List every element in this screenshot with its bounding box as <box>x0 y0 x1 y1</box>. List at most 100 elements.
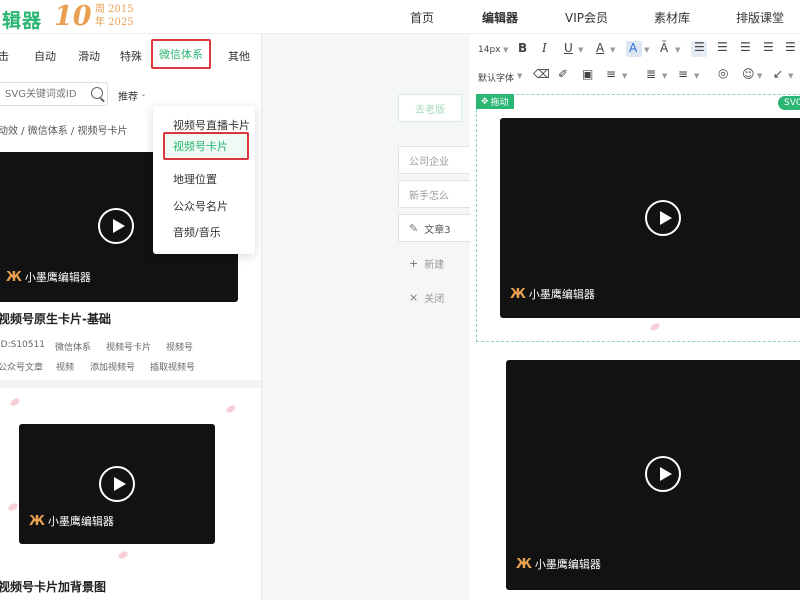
font-family-select[interactable]: 默认字体 <box>478 71 514 84</box>
bg-color-icon[interactable]: A <box>629 41 637 55</box>
paragraph-spacing-icon[interactable]: ≣ <box>646 67 656 81</box>
submenu-item-location[interactable]: 地理位置 <box>173 171 217 187</box>
nav-materials[interactable]: 素材库 <box>654 9 690 26</box>
align-right-icon[interactable]: ☰ <box>740 40 751 54</box>
drag-handle[interactable]: ✥ 拖动 <box>476 94 514 109</box>
wechat-submenu: 视频号直播卡片 视频号卡片 地理位置 公众号名片 音频/音乐 <box>153 106 255 254</box>
font-color-icon[interactable]: A <box>596 41 604 55</box>
doc-item-newbie[interactable]: 新手怎么 <box>398 180 472 208</box>
chevron-down-icon: ▼ <box>610 46 616 54</box>
category-slide[interactable]: 滑动 <box>78 48 100 64</box>
nav-course[interactable]: 排版课堂 <box>736 9 784 26</box>
chevron-down-icon: ▼ <box>694 72 700 80</box>
chevron-down-icon: ▼ <box>578 46 584 54</box>
template-card-title-2[interactable]: 视频号卡片加背景图 <box>0 578 106 595</box>
sort-select[interactable]: 推荐 <box>118 88 138 103</box>
old-version-button[interactable]: 去老版 <box>398 94 462 122</box>
align-justify-icon[interactable]: ☰ <box>763 40 774 54</box>
petal-decoration <box>225 403 237 415</box>
play-icon[interactable] <box>645 456 681 492</box>
card-divider <box>0 380 261 388</box>
search-icon[interactable] <box>91 87 103 99</box>
move-icon: ✥ <box>481 96 489 107</box>
chevron-down-icon: ▼ <box>622 72 628 80</box>
logo-text[interactable]: 辑器 <box>2 6 42 33</box>
submenu-item-video-card[interactable]: 视频号卡片 <box>163 132 249 160</box>
line-height-icon[interactable]: ≡ <box>606 67 616 81</box>
tag[interactable]: 插取视频号 <box>150 360 195 373</box>
chevron-down-icon: ▼ <box>662 72 668 80</box>
eraser-icon[interactable]: ⌫ <box>533 67 550 81</box>
chevron-down-icon: ▼ <box>757 72 763 80</box>
anniversary-logo: 10 <box>54 1 92 32</box>
submenu-item-account-card[interactable]: 公众号名片 <box>173 198 228 214</box>
align-left-icon[interactable]: ☰ <box>694 40 705 54</box>
svg-badge: SVG <box>778 96 800 110</box>
play-icon[interactable] <box>99 466 135 502</box>
tag[interactable]: 添加视频号 <box>90 360 135 373</box>
tag[interactable]: 微信体系 <box>55 340 91 353</box>
align-center-icon[interactable]: ☰ <box>717 40 728 54</box>
image-icon[interactable]: ▣ <box>582 67 593 81</box>
petal-decoration <box>117 549 129 561</box>
nav-home[interactable]: 首页 <box>410 9 434 26</box>
italic-icon[interactable]: I <box>542 41 547 55</box>
text-effect-icon[interactable]: Ā <box>660 41 668 55</box>
tag[interactable]: 视频号卡片 <box>106 340 151 353</box>
petal-decoration <box>7 501 19 513</box>
chevron-down-icon: ⌄ <box>140 89 147 98</box>
tag[interactable]: 视频号 <box>166 340 193 353</box>
edit-icon: ✎ <box>409 221 419 235</box>
category-other[interactable]: 其他 <box>228 48 250 64</box>
nav-editor[interactable]: 编辑器 <box>482 9 518 26</box>
letter-spacing-icon[interactable]: ≡ <box>678 67 688 81</box>
top-header: 辑器 10 周 2015 年 2025 首页 编辑器 VIP会员 素材库 排版课… <box>0 0 800 34</box>
submenu-item-live-card[interactable]: 视频号直播卡片 <box>173 117 250 133</box>
editor-video-2[interactable]: Ж 小墨鹰编辑器 <box>506 360 800 590</box>
search-box <box>0 82 108 106</box>
category-auto[interactable]: 自动 <box>34 48 56 64</box>
bulb-icon[interactable]: ◎ <box>718 66 728 80</box>
close-icon: × <box>409 290 419 304</box>
indent-icon[interactable]: ☰ <box>785 40 796 54</box>
breadcrumb: 动效 / 微信体系 / 视频号卡片 <box>0 126 128 137</box>
petal-decoration <box>9 396 21 408</box>
font-size-select[interactable]: 14px <box>478 45 501 55</box>
close-doc-button[interactable]: × 关闭 <box>398 283 472 311</box>
toolbar-row-1: 14px ▼ B I U ▼ A ▼ A ▼ Ā ▼ ☰ ☰ ☰ ☰ ☰ <box>470 36 800 62</box>
chevron-down-icon: ▼ <box>503 46 509 54</box>
brand-watermark: Ж 小墨鹰编辑器 <box>516 556 601 572</box>
category-special[interactable]: 特殊 <box>120 48 142 64</box>
doc-item-article[interactable]: ✎ 文章3 <box>398 214 472 242</box>
anniversary-years: 周 2015 年 2025 <box>95 4 134 28</box>
underline-icon[interactable]: U <box>564 41 573 55</box>
tag[interactable]: 视频 <box>56 360 74 373</box>
template-card-video-2[interactable]: Ж 小墨鹰编辑器 <box>19 424 215 544</box>
tag[interactable]: 公众号文章 <box>0 360 43 373</box>
search-input[interactable] <box>0 83 85 105</box>
template-panel: 击 自动 滑动 特殊 微信体系 其他 推荐 ⌄ 动效 / 微信体系 / 视频号卡… <box>0 34 262 600</box>
brand-watermark: Ж 小墨鹰编辑器 <box>6 269 91 285</box>
doc-item-company[interactable]: 公司企业 <box>398 146 472 174</box>
format-painter-icon[interactable]: ✐ <box>558 67 568 81</box>
chevron-down-icon: ▼ <box>788 72 794 80</box>
category-wechat[interactable]: 微信体系 <box>151 39 211 69</box>
new-doc-button[interactable]: + 新建 <box>398 249 472 277</box>
toolbar-row-2: 默认字体 ▼ ⌫ ✐ ▣ ≡ ▼ ≣ ▼ ≡ ▼ ◎ ☺ ▼ ↙ ▼ <box>470 62 800 88</box>
category-click[interactable]: 击 <box>0 48 9 64</box>
play-icon[interactable] <box>98 208 134 244</box>
butterfly-icon: Ж <box>29 513 45 529</box>
selected-block-outline[interactable] <box>476 94 800 342</box>
document-list: 去老版 公司企业 新手怎么 ✎ 文章3 + 新建 × 关闭 <box>262 34 472 600</box>
emoji-icon[interactable]: ☺ <box>742 67 755 81</box>
submenu-item-audio[interactable]: 音频/音乐 <box>173 224 221 240</box>
butterfly-icon: Ж <box>516 556 532 572</box>
template-card-title-1[interactable]: 视频号原生卡片-基础 <box>0 310 111 327</box>
tag[interactable]: ID:S10511 <box>0 340 45 350</box>
bold-icon[interactable]: B <box>518 41 527 55</box>
brand-watermark: Ж 小墨鹰编辑器 <box>29 513 114 529</box>
nav-vip[interactable]: VIP会员 <box>565 9 608 26</box>
chevron-down-icon: ▼ <box>644 46 650 54</box>
chevron-down-icon: ▼ <box>517 72 523 80</box>
arrow-icon[interactable]: ↙ <box>773 67 783 81</box>
